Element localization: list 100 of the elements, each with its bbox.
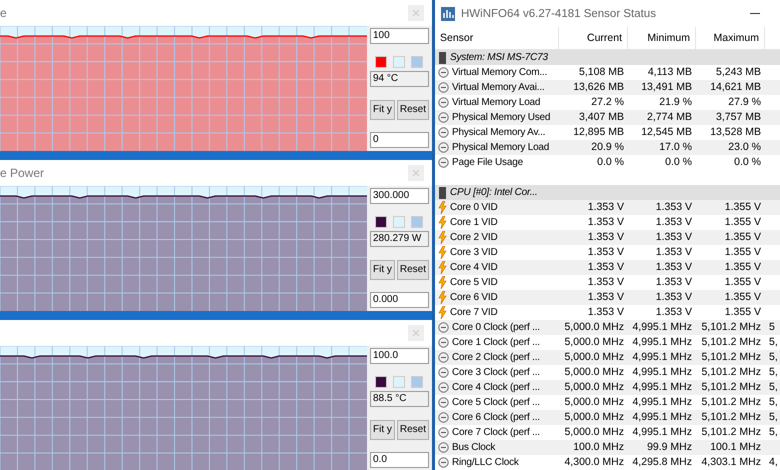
table-row[interactable]: Physical Memory Used 3,407 MB 2,774 MB 3,757 MB	[435, 110, 780, 125]
table-row[interactable]: Core 5 Clock (perf ... 5,000.0 MHz 4,995.1 MHz 5,101.2 MHz 5,	[435, 395, 780, 410]
value-cell-text: 5,101.2 MHz	[700, 395, 762, 410]
gauge-icon	[438, 457, 449, 468]
value-cell-text: 5,000.0 MHz	[563, 335, 625, 350]
max-field[interactable]: 100.0	[370, 348, 429, 364]
value-cell-text: 4,995.1 MHz	[631, 395, 693, 410]
table-row[interactable]: Core 4 VID 1.353 V 1.353 V 1.355 V	[435, 260, 780, 275]
table-row[interactable]: Core 0 VID 1.353 V 1.353 V 1.355 V	[435, 200, 780, 215]
chip-icon	[438, 52, 447, 64]
sensor-name: Core 2 Clock (perf ...	[452, 352, 540, 363]
gauge-icon	[438, 322, 449, 333]
gauge-icon	[438, 97, 449, 108]
fit-button[interactable]: Fit y	[370, 100, 395, 120]
current-value: 280.279 W	[370, 231, 429, 248]
value-cell-text: 1.353 V	[654, 230, 693, 245]
color-swatch[interactable]	[410, 376, 423, 388]
value-cell-text: 1.353 V	[654, 260, 693, 275]
table-row[interactable]: Core 3 Clock (perf ... 5,000.0 MHz 4,995.1 MHz 5,101.2 MHz 5,	[435, 365, 780, 380]
table-row[interactable]: Core 2 VID 1.353 V 1.353 V 1.355 V	[435, 230, 780, 245]
sensor-name: Core 0 VID	[450, 202, 498, 213]
value-cell-text: 27.9 %	[727, 95, 762, 110]
column-header[interactable]: Current	[559, 27, 628, 49]
sensor-name: Core 6 VID	[450, 292, 498, 303]
table-row[interactable]: Core 4 Clock (perf ... 5,000.0 MHz 4,995.1 MHz 5,101.2 MHz 5,	[435, 380, 780, 395]
fit-button[interactable]: Fit y	[370, 260, 395, 280]
app-icon	[441, 6, 455, 20]
close-button[interactable]	[408, 165, 424, 181]
sensor-name: Core 0 Clock (perf ...	[452, 322, 540, 333]
value-cell-text: 4,995.1 MHz	[631, 380, 693, 395]
color-swatch[interactable]	[410, 216, 423, 228]
chip-icon	[438, 186, 447, 198]
value-cell-text: 5,000.0 MHz	[563, 380, 625, 395]
table-row[interactable]: Physical Memory Load 20.9 % 17.0 % 23.0 %	[435, 140, 780, 155]
sensor-name: Physical Memory Load	[452, 142, 550, 153]
value-cell-text: 5,	[768, 425, 779, 440]
table-row[interactable]: Core 0 Clock (perf ... 5,000.0 MHz 4,995.1 MHz 5,101.2 MHz 5	[435, 320, 780, 335]
sensor-name: Virtual Memory Avai...	[452, 82, 544, 93]
value-cell-text: 27.2 %	[590, 95, 625, 110]
lightning-icon	[438, 261, 447, 274]
column-header[interactable]: Maximum	[696, 27, 765, 49]
sensor-name: Core 5 Clock (perf ...	[452, 397, 540, 408]
lightning-icon	[438, 216, 447, 229]
table-row[interactable]: Core 7 Clock (perf ... 5,000.0 MHz 4,995.1 MHz 5,101.2 MHz 5,	[435, 425, 780, 440]
gauge-icon	[438, 412, 449, 423]
reset-button[interactable]: Reset	[396, 260, 429, 280]
min-field[interactable]: 0	[370, 132, 429, 148]
max-field[interactable]: 100	[370, 28, 429, 44]
value-cell-text: 0.0 %	[664, 155, 693, 170]
value-cell-text: 4,303.1 MHz	[700, 455, 762, 470]
group-row[interactable]: CPU [#0]: Intel Cor...	[435, 185, 780, 200]
column-header[interactable]: Sensor	[435, 27, 559, 49]
value-cell-text: 4,995.1 MHz	[631, 425, 693, 440]
table-row[interactable]: Virtual Memory Avai... 13,626 MB 13,491 MB 14,621 MB	[435, 80, 780, 95]
table-row[interactable]: Core 2 Clock (perf ... 5,000.0 MHz 4,995.1 MHz 5,101.2 MHz 5,	[435, 350, 780, 365]
reset-button[interactable]: Reset	[396, 100, 429, 120]
value-cell-text: 5,243 MB	[715, 65, 762, 80]
value-cell-text: 1.353 V	[654, 215, 693, 230]
value-cell-text: 13,491 MB	[640, 80, 693, 95]
value-cell-text: 5,000.0 MHz	[563, 320, 625, 335]
max-field[interactable]: 300.000	[370, 188, 429, 204]
sensor-name: Virtual Memory Load	[452, 97, 540, 108]
table-row[interactable]: Ring/LLC Clock 4,300.0 MHz 4,295.8 MHz 4,303.1 MHz 4,	[435, 455, 780, 470]
lightning-icon	[438, 246, 447, 259]
table-row[interactable]: Bus Clock 100.0 MHz 99.9 MHz 100.1 MHz	[435, 440, 780, 455]
sensor-name: Core 7 VID	[450, 307, 498, 318]
color-swatch[interactable]	[410, 56, 423, 68]
value-cell-text: 4,995.1 MHz	[631, 320, 693, 335]
reset-button[interactable]: Reset	[396, 420, 429, 440]
value-cell-text: 5,	[768, 365, 779, 380]
fit-button[interactable]: Fit y	[370, 420, 395, 440]
value-cell-text: 5,101.2 MHz	[700, 320, 762, 335]
color-swatch[interactable]	[392, 56, 405, 68]
column-header[interactable]: Minimum	[628, 27, 696, 49]
value-cell-text: 2,774 MB	[646, 110, 693, 125]
group-label: System: MSI MS-7C73	[450, 52, 548, 63]
table-row[interactable]: Core 1 Clock (perf ... 5,000.0 MHz 4,995.1 MHz 5,101.2 MHz 5,	[435, 335, 780, 350]
value-cell-text: 3,407 MB	[578, 110, 625, 125]
color-swatch[interactable]	[392, 216, 405, 228]
value-cell-text: 1.353 V	[654, 305, 693, 320]
close-button[interactable]	[408, 5, 424, 21]
color-swatch[interactable]	[374, 216, 387, 228]
lightning-icon	[438, 276, 447, 289]
value-cell-text: 4,995.1 MHz	[631, 365, 693, 380]
min-field[interactable]: 0.0	[370, 452, 429, 468]
min-field[interactable]: 0.000	[370, 292, 429, 308]
minimize-icon[interactable]	[750, 12, 760, 14]
color-swatch[interactable]	[392, 376, 405, 388]
sensor-name: Core 2 VID	[450, 232, 498, 243]
close-icon	[413, 10, 419, 16]
color-swatch[interactable]	[374, 376, 387, 388]
value-cell-text: 5,101.2 MHz	[700, 350, 762, 365]
table-row[interactable]: Core 6 Clock (perf ... 5,000.0 MHz 4,995.1 MHz 5,101.2 MHz 5,	[435, 410, 780, 425]
value-cell-text: 13,626 MB	[572, 80, 625, 95]
value-cell-text: 12,895 MB	[572, 125, 625, 140]
table-row[interactable]: Core 6 VID 1.353 V 1.353 V 1.355 V	[435, 290, 780, 305]
close-button[interactable]	[408, 325, 424, 341]
color-swatch[interactable]	[374, 56, 387, 68]
group-row[interactable]: System: MSI MS-7C73	[435, 50, 780, 65]
value-cell-text: 1.355 V	[724, 290, 762, 305]
